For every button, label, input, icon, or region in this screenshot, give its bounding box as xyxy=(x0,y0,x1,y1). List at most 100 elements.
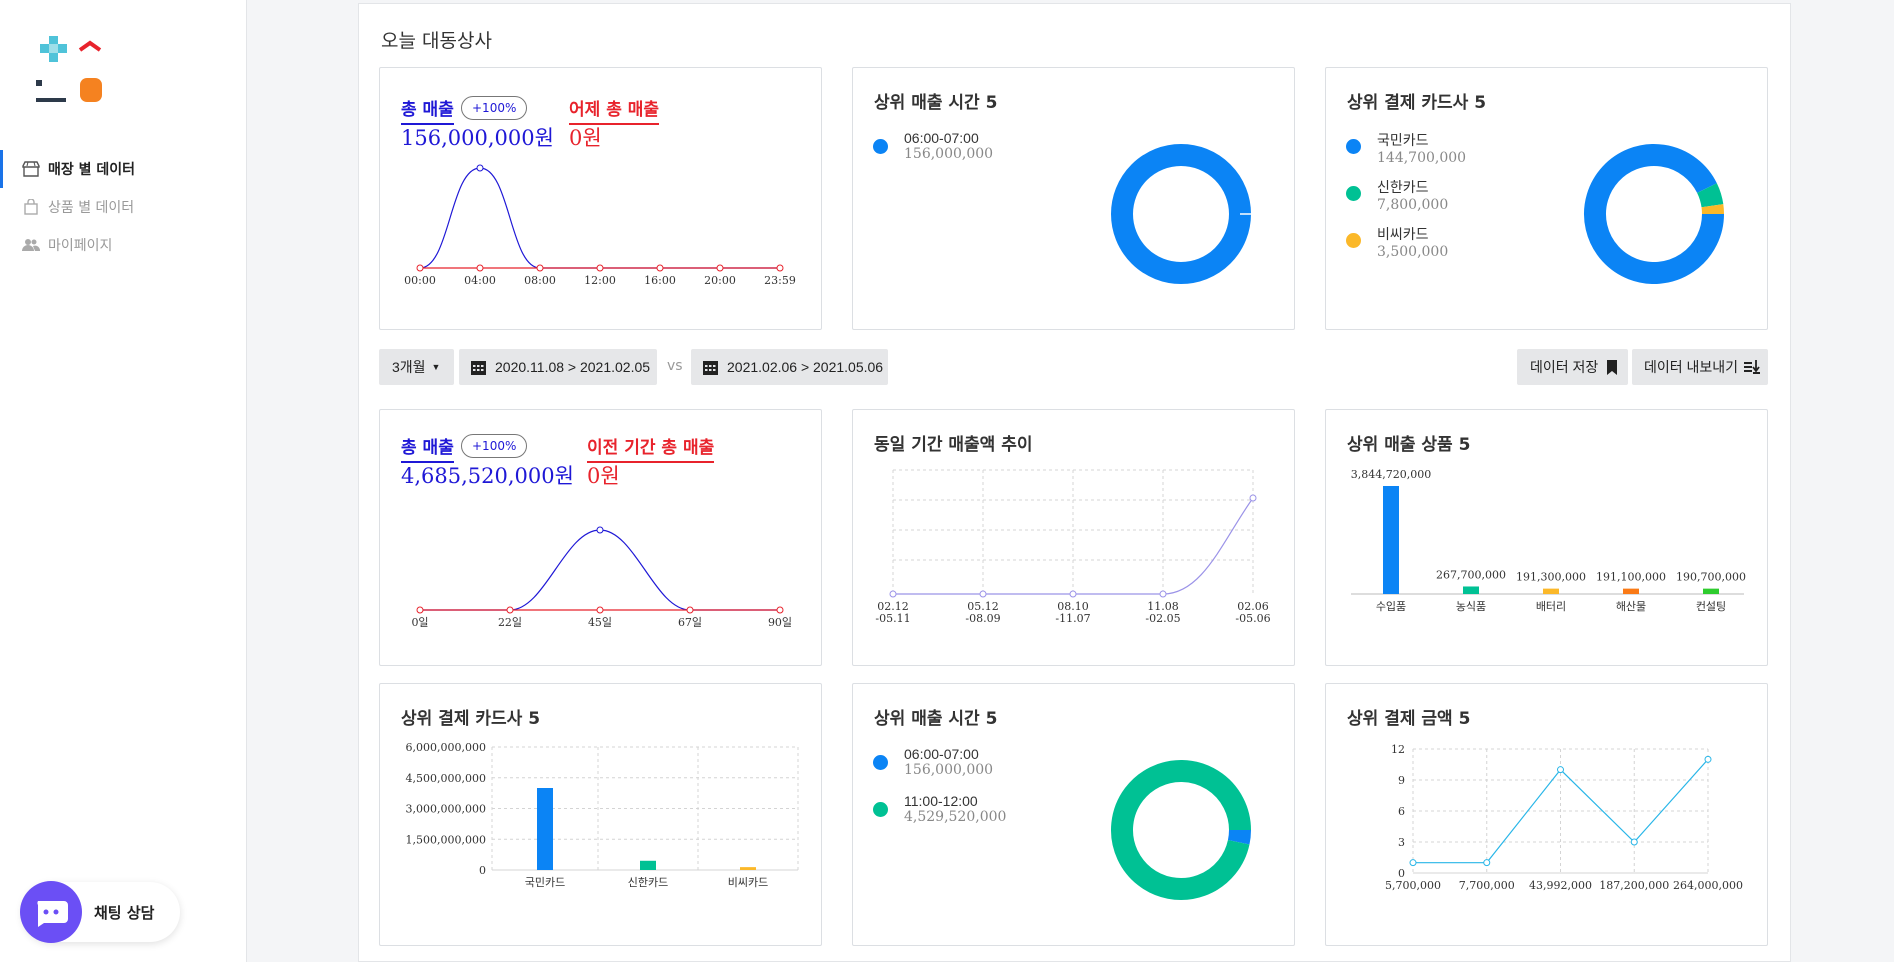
data-point xyxy=(1409,859,1417,867)
calendar-icon xyxy=(471,360,486,375)
top-card-donut xyxy=(1584,144,1724,284)
bar-value-label: 190,700,000 xyxy=(1676,571,1746,584)
y-tick: 6 xyxy=(1398,805,1405,818)
x-tick: 컨설팅 xyxy=(1696,600,1726,613)
bookmark-icon xyxy=(1607,359,1618,375)
donut-slice xyxy=(1111,760,1251,900)
bar xyxy=(1703,588,1719,594)
x-tick: 0일 xyxy=(411,615,428,629)
data-point xyxy=(776,606,784,614)
users-icon xyxy=(22,236,40,254)
app-logo[interactable] xyxy=(36,36,112,108)
data-point xyxy=(1704,755,1712,763)
amount-line-chart: 0369125,700,000 7,700,000 43,992,000 187,20… xyxy=(1385,743,1743,892)
data-point xyxy=(416,606,424,614)
x-tick: -08.09 xyxy=(965,612,1000,625)
y-tick: 12 xyxy=(1391,743,1405,756)
x-tick: 해산물 xyxy=(1616,599,1646,613)
x-tick: 수입품 xyxy=(1376,600,1406,613)
period-dropdown[interactable]: 3개월 ▼ xyxy=(379,349,454,385)
dashboard-panel: 오늘 대동상사 총 매출 +100% 어제 총 매출 156,000,000원 … xyxy=(358,3,1791,962)
card-company-bar-chart: 0 1,500,000,000 3,000,000,000 4,500,000,000… xyxy=(406,741,799,889)
date-range-text: 2020.11.08 > 2021.02.05 xyxy=(495,359,651,375)
calendar-icon xyxy=(703,360,718,375)
data-point xyxy=(476,264,484,272)
chat-support-button[interactable]: 채팅 상담 xyxy=(20,881,180,943)
today-sales-card: 총 매출 +100% 어제 총 매출 156,000,000원 0원 00:00… xyxy=(379,67,822,330)
chat-bubble-icon xyxy=(20,881,82,943)
data-point xyxy=(1069,590,1077,598)
donut-slice xyxy=(1584,144,1724,284)
x-tick: 264,000,000 xyxy=(1673,879,1743,892)
sidebar-item-product-data[interactable]: 상품 별 데이터 xyxy=(0,188,247,226)
donut-slice xyxy=(1696,183,1724,208)
data-point xyxy=(416,264,424,272)
x-tick: 비씨카드 xyxy=(728,876,768,889)
top-time-card-2: 상위 매출 시간 5 06:00-07:00 156,000,000 11:00-… xyxy=(852,683,1295,946)
x-tick: -05.06 xyxy=(1235,612,1270,625)
store-icon xyxy=(22,160,40,178)
x-tick: 5,700,000 xyxy=(1385,879,1441,892)
donut-slice xyxy=(1111,144,1251,284)
bar xyxy=(1623,588,1639,594)
sidebar-item-store-data[interactable]: 매장 별 데이터 xyxy=(0,150,247,188)
data-point xyxy=(979,590,987,598)
x-tick: 45일 xyxy=(588,615,612,629)
x-tick: 00:00 xyxy=(404,274,436,287)
bar xyxy=(537,788,553,870)
export-label: 데이터 내보내기 xyxy=(1644,359,1739,375)
sidebar-item-label: 상품 별 데이터 xyxy=(48,200,135,216)
y-tick: 1,500,000,000 xyxy=(406,833,486,846)
sidebar: 매장 별 데이터 상품 별 데이터 마이페이지 채팅 상담 xyxy=(0,0,247,962)
shopping-bag-icon xyxy=(22,198,40,216)
x-tick: -11.07 xyxy=(1055,612,1090,625)
x-tick: 신한카드 xyxy=(628,876,668,889)
bar xyxy=(1463,586,1479,594)
trend-card: 동일 기간 매출액 추이 02.12 -05.11 05.12 -08.09 0… xyxy=(852,409,1295,666)
top-card-company-card: 상위 결제 카드사 5 국민카드 144,700,000 신한카드 7,800,00… xyxy=(1325,67,1768,330)
vs-label: vs xyxy=(667,358,683,374)
y-tick: 0 xyxy=(479,864,486,877)
bar xyxy=(1383,486,1399,594)
sidebar-nav: 매장 별 데이터 상품 별 데이터 마이페이지 xyxy=(0,150,247,264)
data-point xyxy=(889,590,897,598)
x-tick: 67일 xyxy=(678,615,702,629)
sidebar-item-mypage[interactable]: 마이페이지 xyxy=(0,226,247,264)
period-sales-card: 총 매출 +100% 이전 기간 총 매출 4,685,520,000원 0원 … xyxy=(379,409,822,666)
trend-line-chart: 02.12 -05.11 05.12 -08.09 08.10 -11.07 1… xyxy=(875,469,1271,625)
data-point xyxy=(536,264,544,272)
sidebar-item-label: 매장 별 데이터 xyxy=(48,162,136,178)
data-point xyxy=(1159,590,1167,598)
y-tick: 3,000,000,000 xyxy=(406,803,486,816)
bar xyxy=(640,860,656,870)
date-range-current[interactable]: 2020.11.08 > 2021.02.05 xyxy=(459,349,657,385)
save-data-button[interactable]: 데이터 저장 xyxy=(1517,349,1628,385)
chat-label: 채팅 상담 xyxy=(94,903,155,922)
y-tick: 4,500,000,000 xyxy=(406,772,486,785)
trend-points xyxy=(889,494,1257,598)
series-current xyxy=(420,529,780,611)
bar-value-label: 267,700,000 xyxy=(1436,568,1506,581)
caret-down-icon: ▼ xyxy=(431,362,441,372)
series-today xyxy=(419,167,780,269)
top-time-donut xyxy=(1111,144,1264,284)
data-point xyxy=(1483,859,1491,867)
today-points xyxy=(416,164,784,272)
period-points xyxy=(416,526,784,614)
x-tick: 농식품 xyxy=(1456,600,1486,613)
period-sales-line-chart: 0일 22일 45일 67일 90일 xyxy=(411,526,792,629)
data-point xyxy=(506,606,514,614)
data-point xyxy=(596,526,604,534)
x-tick: 90일 xyxy=(768,615,792,629)
data-point xyxy=(1630,838,1638,846)
x-tick: 16:00 xyxy=(644,274,676,287)
x-tick: -05.11 xyxy=(875,612,910,625)
x-tick: 22일 xyxy=(498,615,522,629)
y-tick: 6,000,000,000 xyxy=(406,741,486,754)
date-range-compare[interactable]: 2021.02.06 > 2021.05.06 xyxy=(691,349,888,385)
export-data-button[interactable]: 데이터 내보내기 xyxy=(1632,349,1768,385)
donut-slice xyxy=(1227,829,1251,845)
x-tick: 04:00 xyxy=(464,274,496,287)
filter-toolbar: 3개월 ▼ 2020.11.08 > 2021.02.05 vs 2021.02… xyxy=(379,349,1768,385)
top-amount-card: 상위 결제 금액 5 0 3 6 9 12 5,700,000 7,700,000 43,99… xyxy=(1325,683,1768,946)
